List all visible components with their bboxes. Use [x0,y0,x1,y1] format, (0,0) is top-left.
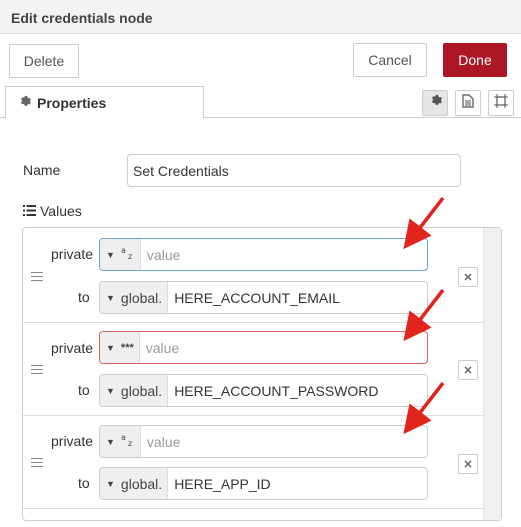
tab-properties-label: Properties [37,94,107,111]
to-target-input[interactable]: ▼ global. HERE_APP_ID [99,467,428,500]
remove-row-button[interactable]: ✕ [458,360,478,380]
target-scope: global. [120,289,163,306]
drag-handle-icon[interactable] [31,365,43,375]
gear-icon [18,95,31,111]
caret-down-icon: ▼ [106,436,115,447]
description-tab[interactable] [455,90,481,116]
asterisk-icon: *** [120,341,134,354]
caret-down-icon: ▼ [106,292,115,303]
to-label: to [78,475,90,491]
to-label: to [78,382,90,398]
values-heading: Values [23,203,82,219]
target-scope: global. [120,382,163,399]
private-value-input[interactable]: ▼ *** value [99,331,428,364]
close-icon: ✕ [463,271,473,284]
target-variable-name: HERE_ACCOUNT_PASSWORD [174,382,379,399]
private-value-placeholder: value [146,433,181,450]
target-type-selector[interactable]: ▼ global. [100,468,169,499]
private-value-placeholder: value [146,246,181,263]
row-divider [23,415,483,416]
row-divider [23,508,483,509]
appearance-tab[interactable] [488,90,514,116]
value-type-selector[interactable]: ▼ az [100,426,141,457]
private-value-placeholder: value [145,339,180,356]
delete-button[interactable]: Delete [9,44,79,78]
target-scope: global. [120,475,163,492]
drag-handle-icon[interactable] [31,272,43,282]
private-label: private [51,340,94,356]
value-type-selector[interactable]: ▼ az [100,239,141,270]
close-icon: ✕ [463,458,473,471]
values-list-scrollbar[interactable] [483,228,501,520]
dialog-title: Edit credentials node [0,0,521,34]
frame-icon [494,93,508,113]
row-divider [23,322,483,323]
target-variable-name: HERE_ACCOUNT_EMAIL [174,289,340,306]
document-icon [462,93,474,113]
tab-properties[interactable]: Properties [5,86,204,119]
target-variable-name: HERE_APP_ID [174,475,271,492]
caret-down-icon: ▼ [106,249,115,260]
az-icon: az [121,246,135,263]
target-type-selector[interactable]: ▼ global. [100,375,169,406]
svg-text:z: z [128,439,132,447]
svg-text:a: a [121,433,126,442]
remove-row-button[interactable]: ✕ [458,454,478,474]
tab-strip: Properties [0,86,521,119]
list-icon [23,203,36,219]
close-icon: ✕ [463,364,473,377]
remove-row-button[interactable]: ✕ [458,267,478,287]
to-target-input[interactable]: ▼ global. HERE_ACCOUNT_EMAIL [99,281,428,314]
name-input[interactable]: Set Credentials [127,154,461,187]
name-label: Name [23,162,61,178]
caret-down-icon: ▼ [106,342,115,353]
private-value-input[interactable]: ▼ az value [99,425,428,458]
gear-icon [429,94,442,112]
values-label: Values [40,203,82,219]
cancel-button[interactable]: Cancel [353,43,427,77]
caret-down-icon: ▼ [106,385,115,396]
node-settings-tab[interactable] [422,90,448,116]
svg-text:a: a [121,246,126,255]
private-value-input[interactable]: ▼ az value [99,238,428,271]
private-label: private [51,246,94,262]
to-target-input[interactable]: ▼ global. HERE_ACCOUNT_PASSWORD [99,374,428,407]
to-label: to [78,289,90,305]
az-icon: az [121,433,135,450]
svg-text:z: z [128,252,132,260]
done-button[interactable]: Done [443,43,507,77]
caret-down-icon: ▼ [106,478,115,489]
private-label: private [51,433,94,449]
target-type-selector[interactable]: ▼ global. [100,282,169,313]
drag-handle-icon[interactable] [31,458,43,468]
value-type-selector[interactable]: ▼ *** [100,332,140,363]
